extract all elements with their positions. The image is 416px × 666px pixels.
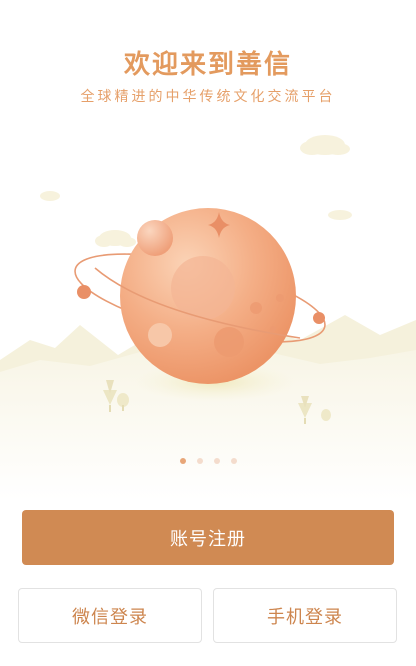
carousel-dot[interactable] [196, 458, 203, 464]
page-title: 欢迎来到善信 [123, 50, 292, 80]
planet-illustration [0, 120, 416, 500]
carousel-indicator [0, 458, 416, 464]
phone-login-button[interactable]: 手机登录 [213, 588, 397, 643]
page-subtitle: 全球精进的中华传统文化交流平台 [80, 89, 336, 105]
carousel-dot-active[interactable] [179, 458, 186, 464]
register-button[interactable]: 账号注册 [22, 510, 394, 565]
carousel-dot[interactable] [213, 458, 220, 464]
carousel-dot[interactable] [230, 458, 237, 464]
cloud-icon [300, 135, 350, 155]
wechat-login-button[interactable]: 微信登录 [18, 588, 202, 643]
